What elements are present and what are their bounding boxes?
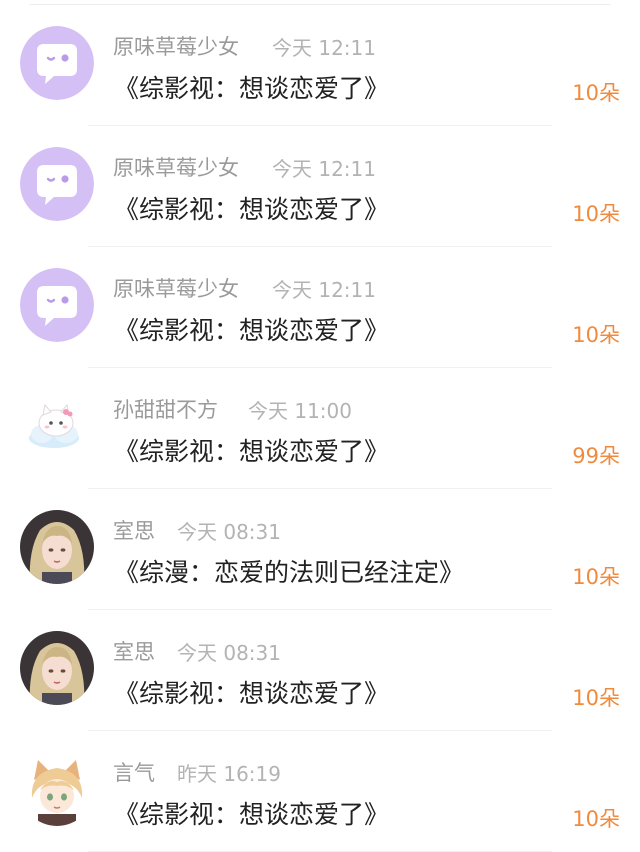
fox-ear-boy-avatar-icon: [20, 752, 94, 826]
timestamp: 今天 12:11: [272, 278, 376, 302]
user-name[interactable]: 原味草莓少女: [113, 152, 239, 182]
avatar[interactable]: [20, 752, 94, 826]
flower-count: 10朵: [572, 81, 620, 105]
avatar[interactable]: [20, 389, 94, 463]
user-name[interactable]: 孙甜甜不方: [113, 394, 218, 424]
list-item[interactable]: 原味草莓少女 今天 12:11 《综影视：想谈恋爱了》 10朵: [0, 5, 640, 126]
flower-count: 10朵: [572, 202, 620, 226]
book-title[interactable]: 《综影视：想谈恋爱了》: [114, 795, 389, 831]
chat-bubble-avatar-icon: [20, 147, 94, 221]
list-item[interactable]: 原味草莓少女 今天 12:11 《综影视：想谈恋爱了》 10朵: [0, 247, 640, 368]
user-name[interactable]: 室思: [113, 636, 155, 666]
timestamp: 今天 12:11: [272, 36, 376, 60]
timestamp: 今天 08:31: [177, 641, 281, 665]
list-item[interactable]: 室思 今天 08:31 《综影视：想谈恋爱了》 10朵: [0, 610, 640, 731]
list-item[interactable]: 孙甜甜不方 今天 11:00 《综影视：想谈恋爱了》 99朵: [0, 368, 640, 489]
user-name[interactable]: 原味草莓少女: [113, 31, 239, 61]
flower-count: 10朵: [572, 565, 620, 589]
avatar[interactable]: [20, 26, 94, 100]
anime-girl-avatar-icon: [20, 510, 94, 584]
avatar[interactable]: [20, 147, 94, 221]
avatar[interactable]: [20, 631, 94, 705]
book-title[interactable]: 《综影视：想谈恋爱了》: [114, 69, 389, 105]
chat-bubble-avatar-icon: [20, 26, 94, 100]
book-title[interactable]: 《综漫：恋爱的法则已经注定》: [114, 553, 464, 589]
book-title[interactable]: 《综影视：想谈恋爱了》: [114, 674, 389, 710]
user-name[interactable]: 室思: [113, 515, 155, 545]
flower-count: 10朵: [572, 686, 620, 710]
avatar[interactable]: [20, 268, 94, 342]
list-item[interactable]: 原味草莓少女 今天 12:11 《综影视：想谈恋爱了》 10朵: [0, 126, 640, 247]
book-title[interactable]: 《综影视：想谈恋爱了》: [114, 432, 389, 468]
user-name[interactable]: 言气: [113, 757, 155, 787]
anime-girl-avatar-icon: [20, 631, 94, 705]
timestamp: 今天 11:00: [248, 399, 352, 423]
list-item[interactable]: 言气 昨天 16:19 《综影视：想谈恋爱了》 10朵: [0, 731, 640, 852]
book-title[interactable]: 《综影视：想谈恋爱了》: [114, 311, 389, 347]
flower-count: 10朵: [572, 323, 620, 347]
flower-count: 10朵: [572, 807, 620, 831]
timestamp: 今天 08:31: [177, 520, 281, 544]
cloud-cat-avatar-icon: [20, 389, 94, 463]
avatar[interactable]: [20, 510, 94, 584]
list-item[interactable]: 室思 今天 08:31 《综漫：恋爱的法则已经注定》 10朵: [0, 489, 640, 610]
user-name[interactable]: 原味草莓少女: [113, 273, 239, 303]
timestamp: 今天 12:11: [272, 157, 376, 181]
book-title[interactable]: 《综影视：想谈恋爱了》: [114, 190, 389, 226]
timestamp: 昨天 16:19: [177, 762, 281, 786]
gift-record-list: 原味草莓少女 今天 12:11 《综影视：想谈恋爱了》 10朵 原味草莓少女 今…: [0, 0, 640, 852]
flower-count: 99朵: [572, 444, 620, 468]
chat-bubble-avatar-icon: [20, 268, 94, 342]
